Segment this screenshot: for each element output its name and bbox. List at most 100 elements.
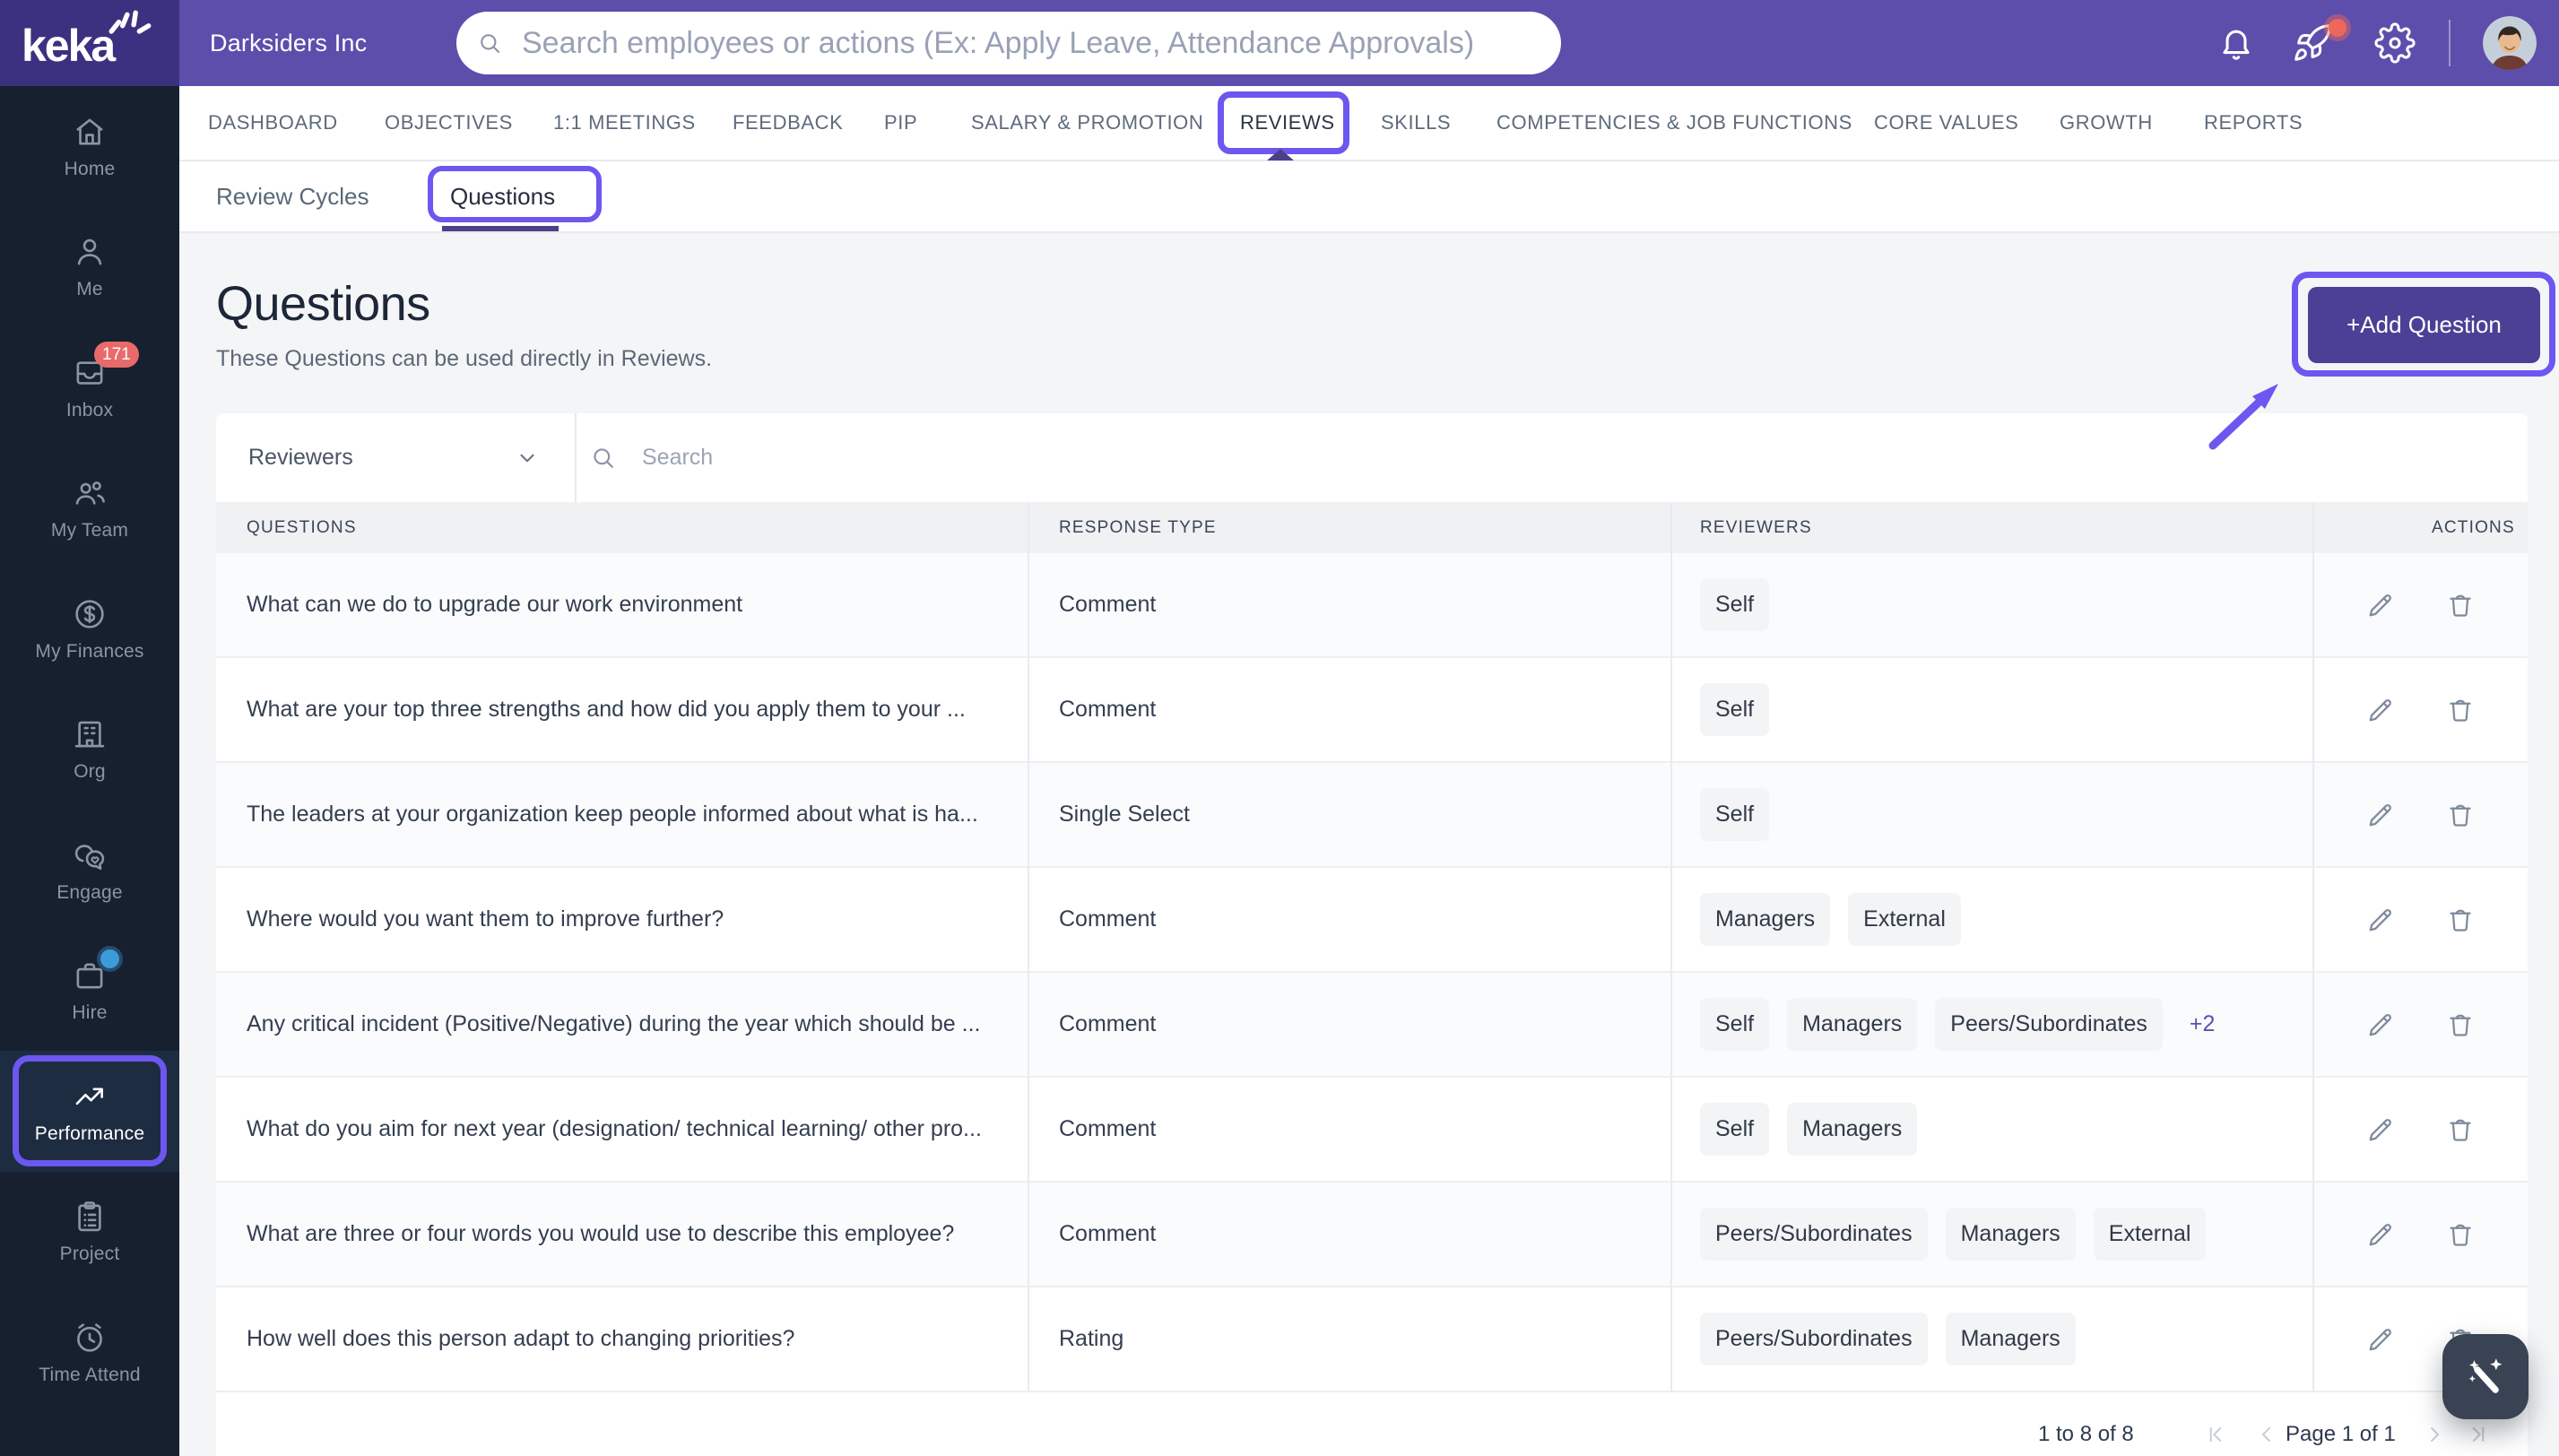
more-reviewers-label[interactable]: +2 [2190,1011,2216,1037]
search-icon [477,30,502,56]
sidebar-item-icon: 171 [71,341,139,392]
add-question-button[interactable]: +Add Question [2308,287,2540,363]
first-page-icon[interactable] [2203,1422,2228,1447]
delete-trash-icon[interactable] [2444,589,2477,621]
edit-pencil-icon[interactable] [2364,589,2397,621]
magic-wand-button[interactable] [2442,1334,2529,1419]
edit-pencil-icon[interactable] [2364,1009,2397,1041]
last-page-icon[interactable] [2466,1422,2491,1447]
column-header-questions: QUESTIONS [247,518,357,537]
edit-pencil-icon[interactable] [2364,1114,2397,1146]
sidebar-item[interactable]: My Finances [0,568,179,689]
sidebar-item[interactable]: My Team [0,448,179,569]
edit-pencil-icon[interactable] [2364,1323,2397,1356]
sidebar-item-icon [71,949,119,994]
question-text: The leaders at your organization keep pe… [247,802,978,827]
sidebar-item[interactable]: Project [0,1172,179,1293]
response-type: Rating [1059,1326,1124,1351]
sidebar-item-label: Me [76,279,103,300]
tab-questions[interactable]: Questions [450,161,555,231]
delete-trash-icon[interactable] [2444,1114,2477,1146]
keka-logo-block: keka [0,0,179,86]
nav-item[interactable]: SALARY & PROMOTION [971,86,1203,160]
page-count-label: Page 1 of 1 [2286,1422,2396,1446]
sidebar-item-label: Engage [56,881,123,903]
tab-review-cycles[interactable]: Review Cycles [216,161,369,231]
global-search-input[interactable]: Search employees or actions (Ex: Apply L… [456,12,1561,74]
notification-dot [2329,19,2346,37]
main-content: Questions These Questions can be used di… [179,233,2559,1456]
sidebar-item[interactable]: Home [0,86,179,207]
sidebar-item[interactable]: Me [0,207,179,328]
reviewer-chips: Self [1700,658,1770,761]
user-avatar[interactable] [2483,16,2537,70]
nav-item[interactable]: PIP [884,86,917,160]
table-row: The leaders at your organization keep pe… [216,763,2528,868]
sidebar-item[interactable]: Engage [0,810,179,931]
response-type: Comment [1059,1011,1157,1036]
chevron-down-icon[interactable] [516,446,539,470]
column-header-actions: ACTIONS [2432,518,2515,537]
table-row: What are your top three strengths and ho… [216,658,2528,763]
sidebar-item-icon [71,595,108,633]
question-text: How well does this person adapt to chang… [247,1326,795,1351]
table-header: QUESTIONS RESPONSE TYPE REVIEWERS ACTION… [216,502,2528,553]
sidebar-item-label: Inbox [65,399,114,420]
delete-trash-icon[interactable] [2444,694,2477,726]
column-header-response-type: RESPONSE TYPE [1059,518,1217,537]
nav-item[interactable]: SKILLS [1381,86,1451,160]
nav-item[interactable]: GROWTH [2060,86,2153,160]
edit-pencil-icon[interactable] [2364,694,2397,726]
column-divider [2312,502,2314,1392]
reviewers-dropdown[interactable]: Reviewers [248,413,353,502]
settings-gear-icon[interactable] [2374,22,2416,64]
nav-item[interactable]: REPORTS [2204,86,2303,160]
nav-item[interactable]: DASHBOARD [208,86,338,160]
sidebar-item[interactable]: 171 Inbox [0,327,179,448]
delete-trash-icon[interactable] [2444,799,2477,831]
nav-item[interactable]: FEEDBACK [733,86,843,160]
prev-page-icon[interactable] [2254,1422,2279,1447]
response-type: Single Select [1059,802,1190,827]
reviewer-chip: Managers [1945,1313,2076,1365]
question-text: Any critical incident (Positive/Negative… [247,1011,981,1036]
next-page-icon[interactable] [2422,1422,2447,1447]
questions-card: Reviewers Search QUESTIONS RESPONSE TYPE… [216,413,2528,1456]
reviewer-chips: Self [1700,763,1770,866]
sidebar-item-label: Org [74,761,106,783]
sidebar-item-icon [71,474,108,512]
nav-item[interactable]: 1:1 MEETINGS [553,86,696,160]
keka-logo: keka [22,21,116,71]
sidebar-items: Home Me 171 Inbox My Team My Finances Or… [0,86,179,1413]
whats-new-rocket-icon[interactable] [2292,22,2333,64]
hire-notification-dot [100,949,119,969]
nav-item[interactable]: COMPETENCIES & JOB FUNCTIONS [1496,86,1852,160]
question-text: What are three or four words you would u… [247,1221,955,1246]
sidebar-item[interactable]: Time Attend [0,1292,179,1413]
column-divider [1670,502,1672,1392]
nav-item[interactable]: CORE VALUES [1874,86,2018,160]
reviewer-chip: Peers/Subordinates [1935,998,2163,1051]
notifications-bell-icon[interactable] [2216,22,2257,64]
delete-trash-icon[interactable] [2444,904,2477,936]
reviewer-chip: External [1848,893,1961,946]
sidebar-item-icon [71,836,108,874]
response-type: Comment [1059,1221,1157,1246]
question-text: Where would you want them to improve fur… [247,906,724,932]
sidebar-item[interactable]: Performance [0,1051,179,1172]
nav-item[interactable]: OBJECTIVES [385,86,513,160]
delete-trash-icon[interactable] [2444,1218,2477,1251]
edit-pencil-icon[interactable] [2364,904,2397,936]
reviewer-chip: Managers [1945,1208,2076,1261]
response-type: Comment [1059,697,1157,722]
reviewer-chip: Self [1700,683,1770,736]
sidebar-item[interactable]: Org [0,689,179,810]
edit-pencil-icon[interactable] [2364,1218,2397,1251]
delete-trash-icon[interactable] [2444,1009,2477,1041]
reviewer-chip: Peers/Subordinates [1700,1208,1928,1261]
reviewer-chips: Peers/Subordinates Managers External [1700,1183,2207,1286]
edit-pencil-icon[interactable] [2364,799,2397,831]
table-search-input[interactable]: Search [642,413,713,502]
sidebar-item[interactable]: Hire [0,931,179,1052]
reviewer-chip: Self [1700,578,1770,631]
